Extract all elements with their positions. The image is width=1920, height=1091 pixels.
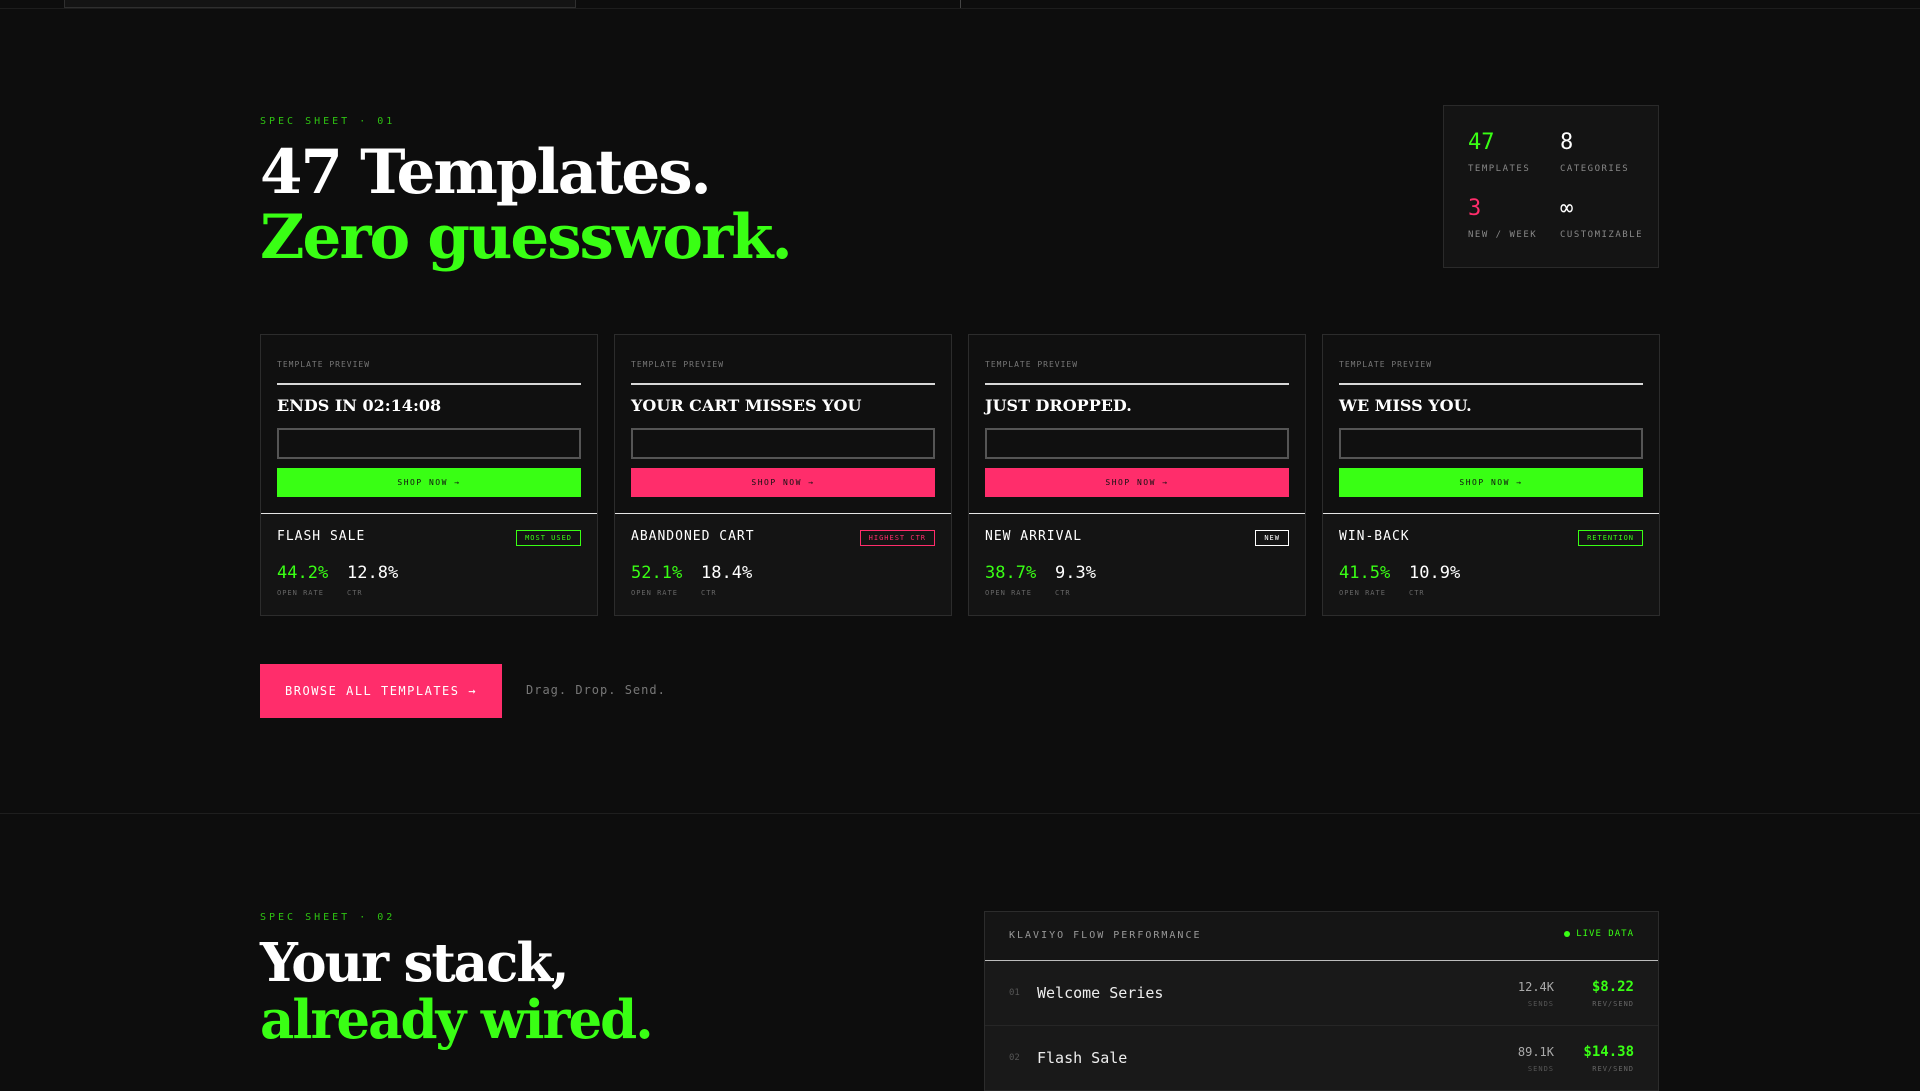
tagline: Drag. Drop. Send. xyxy=(526,683,666,697)
template-preview: TEMPLATE PREVIEW ENDS IN 02:14:08 SHOP N… xyxy=(261,335,597,514)
flow-name: Flash Sale xyxy=(1037,1049,1128,1067)
template-name: FLASH SALE xyxy=(277,529,366,544)
open-rate-label: OPEN RATE xyxy=(277,589,324,597)
template-tag-badge: MOST USED xyxy=(516,530,581,546)
preview-label: TEMPLATE PREVIEW xyxy=(1339,360,1433,369)
stat-new-per-week: 3 NEW / WEEK xyxy=(1468,196,1538,241)
preview-image-placeholder xyxy=(1339,428,1643,459)
preview-rule xyxy=(1339,383,1643,385)
preview-shop-now-button[interactable]: SHOP NOW → xyxy=(1339,468,1643,497)
open-rate-value: 52.1% xyxy=(631,563,683,583)
stat-value: 8 xyxy=(1560,130,1574,155)
open-rate-value: 44.2% xyxy=(277,563,329,583)
template-card-abandoned-cart[interactable]: TEMPLATE PREVIEW YOUR CART MISSES YOU SH… xyxy=(614,334,952,616)
ctr-value: 10.9% xyxy=(1409,563,1461,583)
template-preview: TEMPLATE PREVIEW YOUR CART MISSES YOU SH… xyxy=(615,335,951,514)
top-divider xyxy=(960,0,961,8)
flow-sends: 89.1K xyxy=(1517,1045,1554,1059)
ctr-label: CTR xyxy=(701,589,717,597)
stat-label: NEW / WEEK xyxy=(1468,230,1538,240)
browse-all-templates-button[interactable]: BROWSE ALL TEMPLATES → xyxy=(260,664,502,718)
ctr-label: CTR xyxy=(1409,589,1425,597)
spec-sheet-02-eyebrow: SPEC SHEET · 02 xyxy=(260,912,396,923)
template-card-flash-sale[interactable]: TEMPLATE PREVIEW ENDS IN 02:14:08 SHOP N… xyxy=(260,334,598,616)
preview-label: TEMPLATE PREVIEW xyxy=(277,360,371,369)
preview-shop-now-button[interactable]: SHOP NOW → xyxy=(277,468,581,497)
preview-rule xyxy=(277,383,581,385)
top-strip xyxy=(0,0,1920,9)
flow-rev-label: REV/SEND xyxy=(1592,1065,1634,1073)
template-tag-badge: HIGHEST CTR xyxy=(859,530,935,546)
ctr-value: 18.4% xyxy=(701,563,753,583)
live-data-indicator: LIVE DATA xyxy=(1564,929,1634,939)
template-card-win-back[interactable]: TEMPLATE PREVIEW WE MISS YOU. SHOP NOW →… xyxy=(1322,334,1660,616)
headline-already-wired: already wired. xyxy=(260,989,654,1051)
live-dot-icon xyxy=(1564,931,1571,937)
flow-name: Welcome Series xyxy=(1037,984,1164,1002)
ctr-value: 9.3% xyxy=(1055,563,1096,583)
flow-rev-label: REV/SEND xyxy=(1592,1000,1634,1008)
flow-row[interactable]: 01 Welcome Series 12.4K SENDS $8.22 REV/… xyxy=(985,961,1658,1026)
ctr-label: CTR xyxy=(347,589,363,597)
preview-label: TEMPLATE PREVIEW xyxy=(985,360,1079,369)
preview-shop-now-button[interactable]: SHOP NOW → xyxy=(985,468,1289,497)
flow-sends-label: SENDS xyxy=(1527,1065,1554,1073)
spec-sheet-01-eyebrow: SPEC SHEET · 01 xyxy=(260,116,396,127)
template-preview: TEMPLATE PREVIEW JUST DROPPED. SHOP NOW … xyxy=(969,335,1305,514)
preview-shop-now-button[interactable]: SHOP NOW → xyxy=(631,468,935,497)
ctr-value: 12.8% xyxy=(347,563,399,583)
open-rate-label: OPEN RATE xyxy=(985,589,1032,597)
open-rate-value: 38.7% xyxy=(985,563,1037,583)
template-preview: TEMPLATE PREVIEW WE MISS YOU. SHOP NOW → xyxy=(1323,335,1659,514)
top-bar-segment xyxy=(64,0,576,8)
preview-image-placeholder xyxy=(631,428,935,459)
flow-sends-label: SENDS xyxy=(1527,1000,1554,1008)
headline-your-stack: Your stack, xyxy=(260,932,570,994)
stat-label: CATEGORIES xyxy=(1560,164,1630,174)
template-tag-badge: RETENTION xyxy=(1578,530,1643,546)
klaviyo-flow-performance-panel: KLAVIYO FLOW PERFORMANCE LIVE DATA 01 We… xyxy=(984,911,1659,1091)
stat-value: 3 xyxy=(1468,196,1482,221)
preview-image-placeholder xyxy=(985,428,1289,459)
preview-headline: ENDS IN 02:14:08 xyxy=(277,396,442,415)
template-name: ABANDONED CART xyxy=(631,529,755,544)
stat-templates: 47 TEMPLATES xyxy=(1468,130,1531,175)
stat-value: ∞ xyxy=(1560,196,1574,221)
preview-rule xyxy=(631,383,935,385)
panel-header: KLAVIYO FLOW PERFORMANCE LIVE DATA xyxy=(985,912,1658,961)
preview-rule xyxy=(985,383,1289,385)
template-name: WIN-BACK xyxy=(1339,529,1410,544)
panel-title: KLAVIYO FLOW PERFORMANCE xyxy=(1009,930,1202,941)
stat-label: TEMPLATES xyxy=(1468,164,1531,174)
flow-index: 02 xyxy=(1009,1053,1020,1063)
template-card-new-arrival[interactable]: TEMPLATE PREVIEW JUST DROPPED. SHOP NOW … xyxy=(968,334,1306,616)
flow-rev-per-send: $14.38 xyxy=(1583,1044,1634,1060)
stat-customizable: ∞ CUSTOMIZABLE xyxy=(1560,196,1644,241)
preview-image-placeholder xyxy=(277,428,581,459)
headline-zero-guesswork: Zero guesswork. xyxy=(260,202,793,273)
flow-row[interactable]: 02 Flash Sale 89.1K SENDS $14.38 REV/SEN… xyxy=(985,1026,1658,1091)
stat-label: CUSTOMIZABLE xyxy=(1560,230,1644,240)
ctr-label: CTR xyxy=(1055,589,1071,597)
open-rate-label: OPEN RATE xyxy=(631,589,678,597)
live-data-label: LIVE DATA xyxy=(1576,929,1634,939)
flow-index: 01 xyxy=(1009,988,1020,998)
headline-templates: 47 Templates. xyxy=(260,137,712,208)
preview-headline: JUST DROPPED. xyxy=(985,396,1132,415)
section-divider xyxy=(0,813,1920,814)
preview-label: TEMPLATE PREVIEW xyxy=(631,360,725,369)
flow-sends: 12.4K xyxy=(1517,980,1554,994)
template-tag-badge: NEW xyxy=(1255,530,1289,546)
open-rate-value: 41.5% xyxy=(1339,563,1391,583)
flow-rev-per-send: $8.22 xyxy=(1591,979,1634,995)
preview-headline: YOUR CART MISSES YOU xyxy=(631,396,862,415)
preview-headline: WE MISS YOU. xyxy=(1339,396,1472,415)
stat-value: 47 xyxy=(1468,130,1495,155)
template-stats-box: 47 TEMPLATES 8 CATEGORIES 3 NEW / WEEK ∞… xyxy=(1443,105,1659,268)
template-name: NEW ARRIVAL xyxy=(985,529,1083,544)
open-rate-label: OPEN RATE xyxy=(1339,589,1386,597)
stat-categories: 8 CATEGORIES xyxy=(1560,130,1630,175)
